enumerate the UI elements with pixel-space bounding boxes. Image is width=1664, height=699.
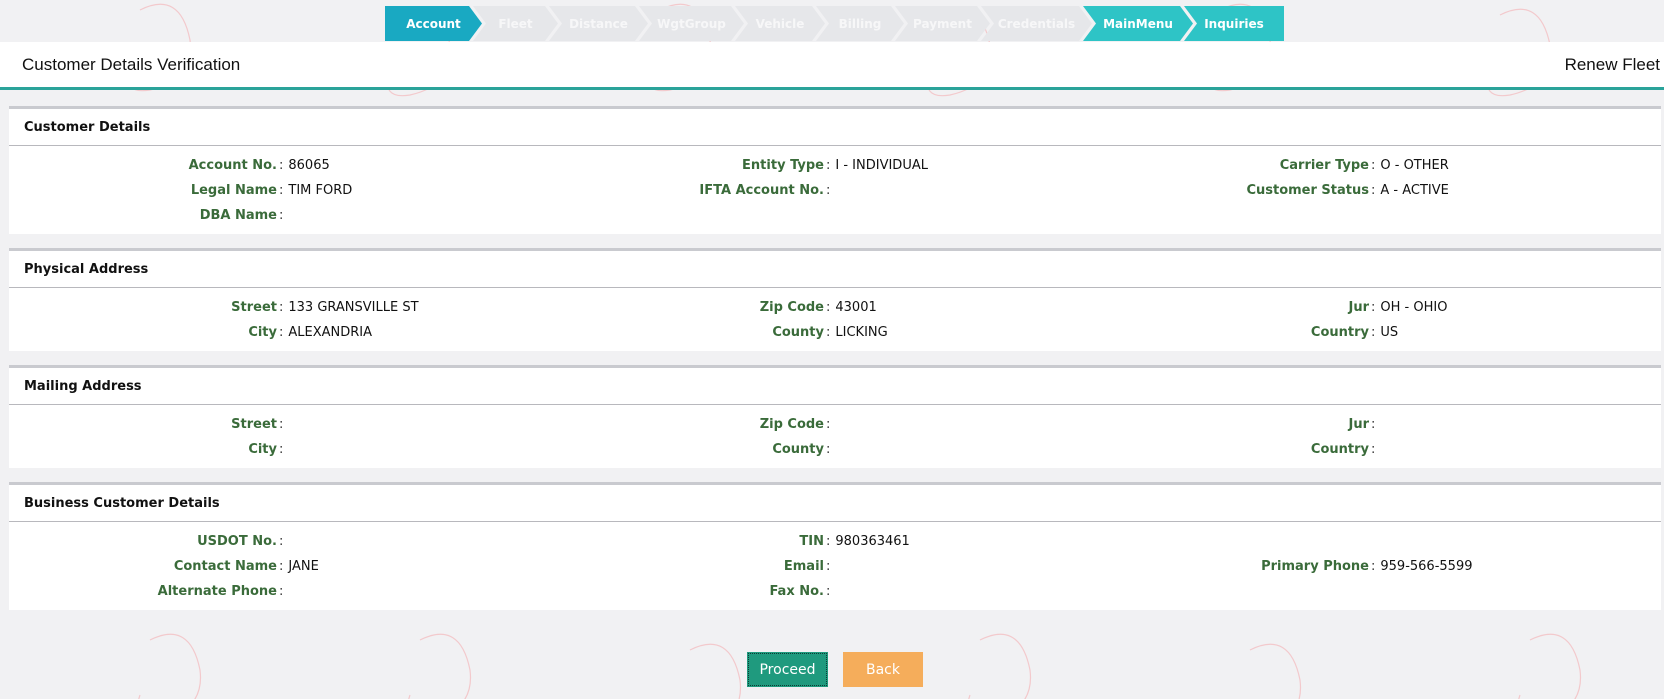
tin-field: TIN:980363461 xyxy=(799,533,910,549)
step-distance[interactable]: Distance xyxy=(549,6,648,41)
mailing-jur-field: Jur: xyxy=(1348,416,1376,432)
step-navigation: Account Fleet Distance WgtGroup Vehicle … xyxy=(385,6,1284,41)
page-header: Customer Details Verification Renew Flee… xyxy=(0,42,1664,90)
step-account[interactable]: Account xyxy=(385,6,482,41)
transaction-mode: Renew Fleet xyxy=(1564,54,1660,74)
business-customer-details-panel: Business Customer Details USDOT No.: TIN… xyxy=(9,482,1661,610)
step-vehicle[interactable]: Vehicle xyxy=(735,6,825,41)
carrier-type-field: Carrier Type: O - OTHER xyxy=(1279,157,1449,173)
customer-details-panel: Customer Details Account No.:86065 Entit… xyxy=(9,106,1661,234)
section-heading: Business Customer Details xyxy=(9,485,1661,522)
section-heading: Mailing Address xyxy=(9,368,1661,405)
section-heading: Physical Address xyxy=(9,251,1661,288)
physical-country-field: Country: US xyxy=(1310,324,1399,340)
step-inquiries[interactable]: Inquiries xyxy=(1184,6,1284,41)
mailing-country-field: Country: xyxy=(1310,441,1376,457)
physical-jur-field: Jur: OH - OHIO xyxy=(1348,299,1448,315)
page-title: Customer Details Verification xyxy=(22,54,241,74)
back-button[interactable]: Back xyxy=(843,652,923,687)
step-credentials[interactable]: Credentials xyxy=(981,6,1092,41)
proceed-button[interactable]: Proceed xyxy=(747,652,828,687)
fax-field: Fax No.: xyxy=(769,583,831,599)
step-mainmenu[interactable]: MainMenu xyxy=(1083,6,1193,41)
dba-name-field: DBA Name: xyxy=(199,207,284,223)
customer-status-field: Customer Status: A - ACTIVE xyxy=(1246,182,1449,198)
step-wgtgroup[interactable]: WgtGroup xyxy=(639,6,744,41)
mailing-address-panel: Mailing Address Street: Zip Code: Jur: C… xyxy=(9,365,1661,468)
step-payment[interactable]: Payment xyxy=(895,6,990,41)
physical-address-panel: Physical Address Street:133 GRANSVILLE S… xyxy=(9,248,1661,351)
step-billing[interactable]: Billing xyxy=(816,6,904,41)
section-heading: Customer Details xyxy=(9,109,1661,146)
primary-phone-field: Primary Phone:959-566-5599 xyxy=(1261,558,1473,574)
step-fleet[interactable]: Fleet xyxy=(473,6,558,41)
